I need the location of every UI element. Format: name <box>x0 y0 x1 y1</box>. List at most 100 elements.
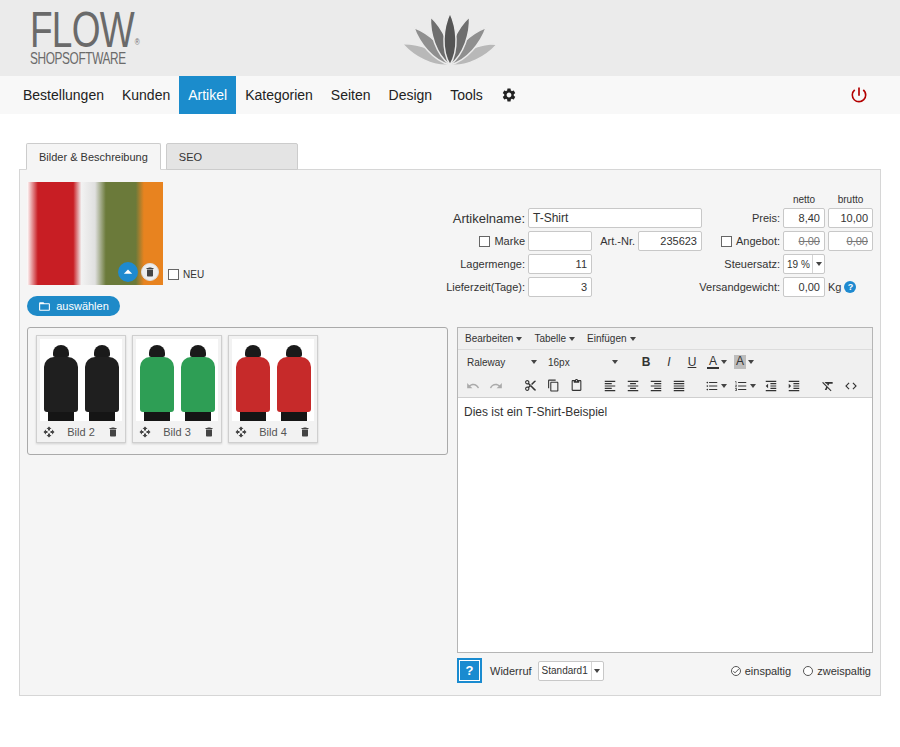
article-panel: NEUauswählennettobruttoArtikelname:T-Shi… <box>19 169 881 696</box>
brand-input[interactable] <box>528 231 592 251</box>
weight-unit: Kg? <box>828 281 873 293</box>
redo-icon <box>489 379 503 393</box>
undo-button[interactable] <box>463 376 483 396</box>
numbered-list-button[interactable] <box>732 376 758 396</box>
format-button[interactable]: U <box>682 352 702 372</box>
nav-item[interactable]: Bestellungen <box>14 76 113 114</box>
clipboard-button[interactable] <box>566 376 586 396</box>
radio-circle[interactable] <box>731 666 741 676</box>
logout-button[interactable] <box>840 76 878 114</box>
upload-button[interactable] <box>118 262 138 282</box>
stock-input[interactable]: 11 <box>528 254 592 274</box>
nav-item[interactable]: Seiten <box>322 76 380 114</box>
header: FLOW®SHOPSOFTWARE <box>0 0 900 76</box>
model-figure <box>44 345 78 421</box>
nav-item[interactable]: Tools <box>441 76 492 114</box>
editor-column: BearbeitenTabelleEinfügenRaleway16pxBIUA… <box>457 327 873 683</box>
delete-image-button[interactable] <box>141 263 159 281</box>
source-code-button[interactable] <box>841 376 861 396</box>
help-button[interactable]: ? <box>457 658 482 683</box>
align-button[interactable] <box>623 376 643 396</box>
caret-icon <box>750 384 756 388</box>
weight-input[interactable]: 0,00 <box>783 277 825 297</box>
trash-icon <box>299 426 311 438</box>
new-checkbox[interactable]: NEU <box>168 269 204 280</box>
caret-icon <box>612 360 618 364</box>
name-input[interactable]: T-Shirt <box>528 208 702 228</box>
logo-title: FLOW <box>30 9 134 51</box>
format-button[interactable]: I <box>659 352 679 372</box>
brand-checkbox[interactable] <box>479 236 490 247</box>
nav-item[interactable]: Kunden <box>113 76 179 114</box>
indent-button[interactable] <box>784 376 804 396</box>
new-checkbox-box[interactable] <box>168 269 179 280</box>
offer-checkbox[interactable] <box>721 236 732 247</box>
brand-label[interactable]: Marke <box>479 235 525 247</box>
nav-item[interactable]: Artikel <box>179 76 236 114</box>
radio-circle[interactable] <box>803 666 813 676</box>
gear-icon <box>501 87 517 103</box>
bottom-section: Bild 2Bild 3 Bild 4 Bearbeiten Tabelle Einfü… <box>27 327 873 683</box>
clipboard-button[interactable] <box>543 376 563 396</box>
align-button[interactable] <box>669 376 689 396</box>
nav-item[interactable]: Design <box>380 76 442 114</box>
numbered-list-icon <box>734 379 748 393</box>
color-button[interactable]: A <box>705 352 729 372</box>
select-image-button[interactable]: auswählen <box>27 296 120 316</box>
editor-menu[interactable]: Einfügen <box>587 333 635 344</box>
tab[interactable]: Bilder & Beschreibung <box>26 143 161 170</box>
outdent-button[interactable] <box>761 376 781 396</box>
color-button[interactable]: A <box>732 352 756 372</box>
withdrawal-select[interactable]: Standard1 <box>538 661 604 681</box>
editor-menu[interactable]: Tabelle <box>534 333 575 344</box>
article-number-input[interactable]: 235623 <box>638 231 702 251</box>
layout-radio[interactable]: zweispaltig <box>803 665 871 677</box>
delivery-time-label: Lieferzeit(Tage): <box>446 281 525 293</box>
move-handle[interactable] <box>43 426 55 438</box>
move-handle[interactable] <box>139 426 151 438</box>
editor-menu[interactable]: Bearbeiten <box>465 333 522 344</box>
size-select[interactable]: 16px <box>544 352 622 372</box>
caret-icon <box>569 337 575 341</box>
trash-icon <box>203 426 215 438</box>
price-label: Preis: <box>752 212 780 224</box>
align-button[interactable] <box>600 376 620 396</box>
offer-brutto-input[interactable]: 0,00 <box>828 231 873 251</box>
delete-button[interactable] <box>107 426 119 438</box>
delivery-time-input[interactable]: 3 <box>528 277 592 297</box>
clipboard-button[interactable] <box>520 376 540 396</box>
gallery-item[interactable]: Bild 3 <box>132 335 222 443</box>
model-figure <box>140 345 174 421</box>
align-center-icon <box>626 379 640 393</box>
logo[interactable]: FLOW®SHOPSOFTWARE <box>30 9 163 67</box>
redo-button[interactable] <box>486 376 506 396</box>
delete-button[interactable] <box>299 426 311 438</box>
nav-item[interactable]: Kategorien <box>236 76 322 114</box>
move-handle[interactable] <box>235 426 247 438</box>
format-button[interactable]: B <box>636 352 656 372</box>
align-button[interactable] <box>646 376 666 396</box>
model-figure <box>236 345 270 421</box>
offer-label[interactable]: Angebot: <box>721 235 780 247</box>
folder-icon <box>38 300 51 313</box>
layout-radio[interactable]: einspaltig <box>731 665 791 677</box>
font-select[interactable]: Raleway <box>463 352 541 372</box>
bullet-list-button[interactable] <box>703 376 729 396</box>
clear-format-button[interactable] <box>818 376 838 396</box>
settings-button[interactable] <box>492 76 526 114</box>
weight-help-button[interactable]: ? <box>844 281 856 293</box>
tab-bar: Bilder & BeschreibungSEO <box>19 143 881 170</box>
gallery-image <box>136 339 218 421</box>
tab[interactable]: SEO <box>166 143 298 170</box>
price-netto-input[interactable]: 8,40 <box>783 208 825 228</box>
gallery-item[interactable]: Bild 2 <box>36 335 126 443</box>
editor-content[interactable]: Dies ist ein T-Shirt-Beispiel <box>458 398 872 652</box>
gallery-item[interactable]: Bild 4 <box>228 335 318 443</box>
article-number-label: Art.-Nr. <box>600 235 635 247</box>
tax-select[interactable]: 19 % <box>783 254 825 274</box>
offer-netto-input[interactable]: 0,00 <box>783 231 825 251</box>
caret-icon <box>816 262 822 266</box>
gallery-label: Bild 4 <box>259 426 287 438</box>
delete-button[interactable] <box>203 426 215 438</box>
price-brutto-input[interactable]: 10,00 <box>828 208 873 228</box>
